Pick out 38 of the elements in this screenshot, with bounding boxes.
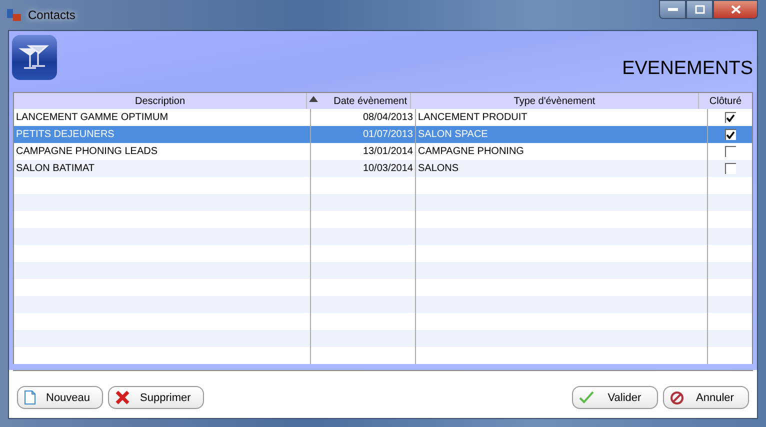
type-cell: SALONS (418, 163, 459, 174)
description-cell: LANCEMENT GAMME OPTIMUM (16, 112, 168, 123)
description-cell: SALON BATIMAT (16, 163, 95, 174)
maximize-button[interactable] (686, 0, 713, 19)
checkbox[interactable] (724, 112, 736, 123)
date-cell: 10/03/2014 (362, 163, 413, 174)
close-button[interactable] (713, 0, 758, 19)
column-header[interactable]: Clôturé (699, 93, 752, 109)
table-row[interactable]: LANCEMENT GAMME OPTIMUM 08/04/2013 LANCEMENT PRODUIT (13, 109, 753, 126)
cancel-button[interactable]: Annuler (663, 386, 749, 409)
maximize-icon (694, 5, 704, 14)
type-cell: CAMPAGNE PHONING (418, 146, 524, 157)
forbidden-icon (670, 390, 684, 404)
type-cell: SALON SPACE (418, 129, 488, 140)
check-icon (579, 391, 594, 404)
description-cell: PETITS DEJEUNERS (16, 129, 114, 140)
date-cell: 13/01/2014 (362, 146, 413, 157)
minimize-icon (668, 8, 678, 12)
checkbox[interactable] (724, 146, 736, 157)
checkbox[interactable] (724, 163, 736, 174)
delete-button[interactable]: Supprimer (108, 386, 204, 409)
checkbox[interactable] (724, 129, 736, 140)
type-cell: LANCEMENT PRODUIT (418, 112, 528, 123)
glasses-icon (12, 35, 57, 80)
date-cell: 08/04/2013 (362, 112, 413, 123)
close-icon (115, 390, 130, 405)
document-icon (24, 390, 36, 405)
table-row[interactable]: CAMPAGNE PHONING LEADS 13/01/2014 CAMPAGNE PHONING (13, 143, 753, 160)
new-button[interactable]: Nouveau (17, 386, 104, 409)
minimize-button[interactable] (659, 0, 686, 19)
date-cell: 01/07/2013 (362, 129, 413, 140)
validate-button[interactable]: Valider (572, 386, 658, 409)
description-cell: CAMPAGNE PHONING LEADS (16, 146, 158, 157)
close-icon (730, 5, 740, 14)
table-row[interactable]: SALON BATIMAT 10/03/2014 SALONS (13, 160, 753, 177)
app-logo-icon (6, 7, 22, 23)
section-title: EVENEMENTS (622, 58, 753, 80)
window-title: Contacts (28, 8, 76, 22)
